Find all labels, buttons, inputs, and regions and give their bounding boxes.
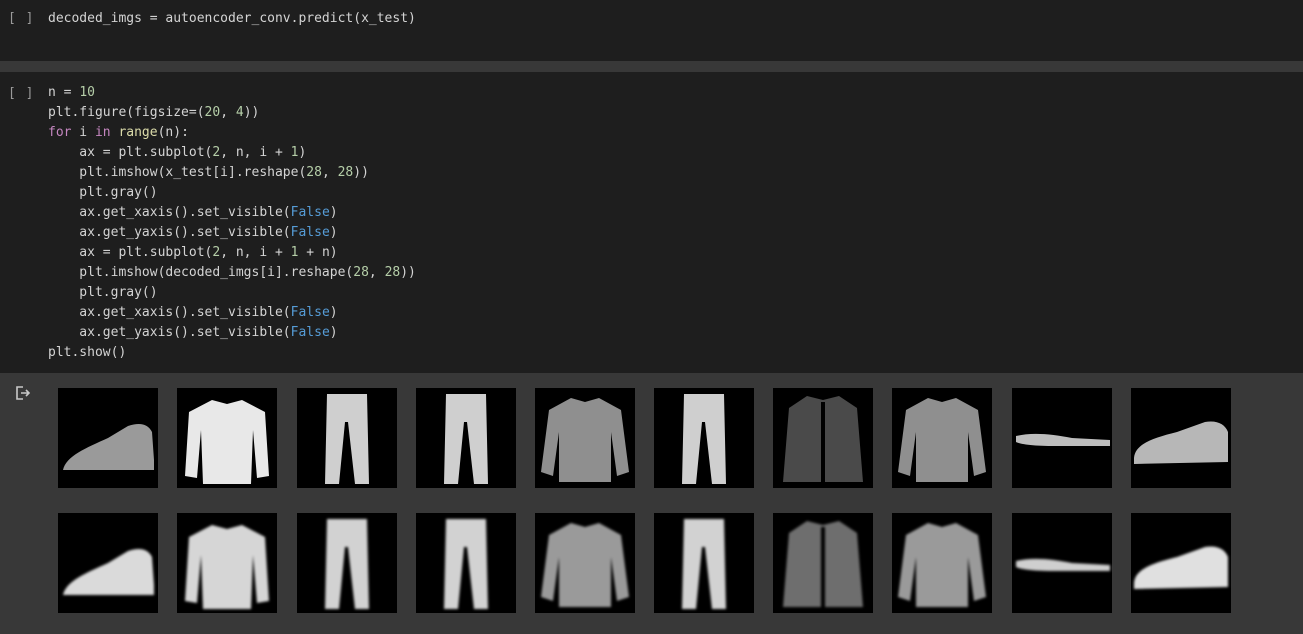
code-line: ax = plt.subplot(2, n, i + 1 + n) xyxy=(48,243,416,263)
code-line: ax.get_xaxis().set_visible(False) xyxy=(48,203,416,223)
code-line: ax.get_yaxis().set_visible(False) xyxy=(48,223,416,243)
code-token: , n, i + xyxy=(220,145,291,160)
reconstructed-image-ankle-boot xyxy=(58,513,158,613)
code-token: ax = plt.subplot( xyxy=(48,245,213,260)
code-token: )) xyxy=(400,265,416,280)
code-token: in xyxy=(94,125,111,140)
code-line: ax = plt.subplot(2, n, i + 1) xyxy=(48,143,416,163)
code-token: False xyxy=(290,325,330,340)
code-token: for xyxy=(48,125,72,140)
code-token: )) xyxy=(243,105,260,120)
code-token: plt.gray() xyxy=(48,185,158,200)
code-token: 4 xyxy=(235,105,244,120)
code-token: range xyxy=(118,125,158,140)
code-token: , n, i + xyxy=(220,245,291,260)
code-line: plt.gray() xyxy=(48,183,416,203)
original-image-ankle-boot xyxy=(58,388,158,488)
code-token: ) xyxy=(329,305,338,320)
cell-output xyxy=(0,373,1303,634)
code-token: ) xyxy=(298,145,307,160)
code-editor[interactable]: n = 10 plt.figure(figsize=(20, 4)) for i i… xyxy=(48,83,416,363)
code-token: 28 xyxy=(384,265,401,280)
code-token: (n): xyxy=(157,125,189,140)
code-token: , xyxy=(368,265,385,280)
reconstructed-image-trouser xyxy=(297,513,397,613)
code-cell-plot[interactable]: [ ] n = 10 plt.figure(figsize=(20, 4)) for… xyxy=(0,72,1303,373)
code-token: )) xyxy=(353,165,369,180)
code-token: plt.imshow(x_test[i].reshape( xyxy=(48,165,307,180)
code-token: , xyxy=(220,105,236,120)
original-image-shirt xyxy=(535,388,635,488)
original-image-trouser xyxy=(416,388,516,488)
code-line: for i in range(n): xyxy=(48,123,416,143)
reconstructed-image-trouser xyxy=(416,513,516,613)
code-line: plt.imshow(x_test[i].reshape(28, 28)) xyxy=(48,163,416,183)
code-token: + n) xyxy=(298,245,338,260)
original-image-coat xyxy=(773,388,873,488)
code-token: ax.get_yaxis().set_visible( xyxy=(48,325,291,340)
original-image-sandal xyxy=(1012,388,1112,488)
code-token: plt.show() xyxy=(48,345,127,360)
code-token: ) xyxy=(329,225,338,240)
code-line: n = 10 xyxy=(48,83,416,103)
original-image-trouser xyxy=(654,388,754,488)
code-token: ax = plt.subplot( xyxy=(48,145,213,160)
reconstructed-image-sneaker xyxy=(1131,513,1231,613)
code-line: plt.imshow(decoded_imgs[i].reshape(28, 2… xyxy=(48,263,416,283)
reconstructed-image-trouser xyxy=(654,513,754,613)
code-token: ) xyxy=(329,205,338,220)
code-token: False xyxy=(290,225,330,240)
code-line: ax.get_xaxis().set_visible(False) xyxy=(48,303,416,323)
code-token: ax.get_xaxis().set_visible( xyxy=(48,305,291,320)
code-cell-predict[interactable]: [ ] decoded_imgs = autoencoder_conv.pred… xyxy=(0,0,1303,61)
code-editor[interactable]: decoded_imgs = autoencoder_conv.predict(… xyxy=(48,9,416,29)
reconstructed-image-pullover xyxy=(177,513,277,613)
code-line: plt.show() xyxy=(48,343,416,363)
original-image-pullover xyxy=(177,388,277,488)
code-token: 28 xyxy=(353,265,369,280)
code-token: ax.get_yaxis().set_visible( xyxy=(48,225,291,240)
run-cell-button[interactable]: [ ] xyxy=(8,11,34,26)
code-token: 10 xyxy=(79,85,95,100)
reconstructed-image-coat xyxy=(773,513,873,613)
code-token: plt.imshow(decoded_imgs[i].reshape( xyxy=(48,265,354,280)
code-token: 28 xyxy=(337,165,354,180)
code-token: False xyxy=(290,205,330,220)
code-token: n = xyxy=(48,85,80,100)
code-token: ) xyxy=(329,325,338,340)
reconstructed-image-shirt xyxy=(535,513,635,613)
code-token: 28 xyxy=(306,165,322,180)
code-line: decoded_imgs = autoencoder_conv.predict(… xyxy=(48,9,416,29)
code-token: plt.figure(figsize=( xyxy=(48,105,205,120)
code-line: ax.get_yaxis().set_visible(False) xyxy=(48,323,416,343)
reconstructed-image-sandal xyxy=(1012,513,1112,613)
run-cell-button[interactable]: [ ] xyxy=(8,86,34,101)
original-image-sneaker xyxy=(1131,388,1231,488)
original-image-trouser xyxy=(297,388,397,488)
code-token: , xyxy=(321,165,338,180)
code-token: False xyxy=(290,305,330,320)
code-token: ax.get_xaxis().set_visible( xyxy=(48,205,291,220)
output-exit-icon[interactable] xyxy=(14,385,32,401)
code-token: plt.gray() xyxy=(48,285,158,300)
code-token: 20 xyxy=(204,105,221,120)
reconstructed-image-shirt xyxy=(892,513,992,613)
code-token: decoded_imgs = autoencoder_conv.predict(… xyxy=(48,11,416,26)
code-line: plt.figure(figsize=(20, 4)) xyxy=(48,103,416,123)
code-token: i xyxy=(71,125,95,140)
cell-separator xyxy=(0,61,1303,72)
original-image-shirt xyxy=(892,388,992,488)
code-line: plt.gray() xyxy=(48,283,416,303)
